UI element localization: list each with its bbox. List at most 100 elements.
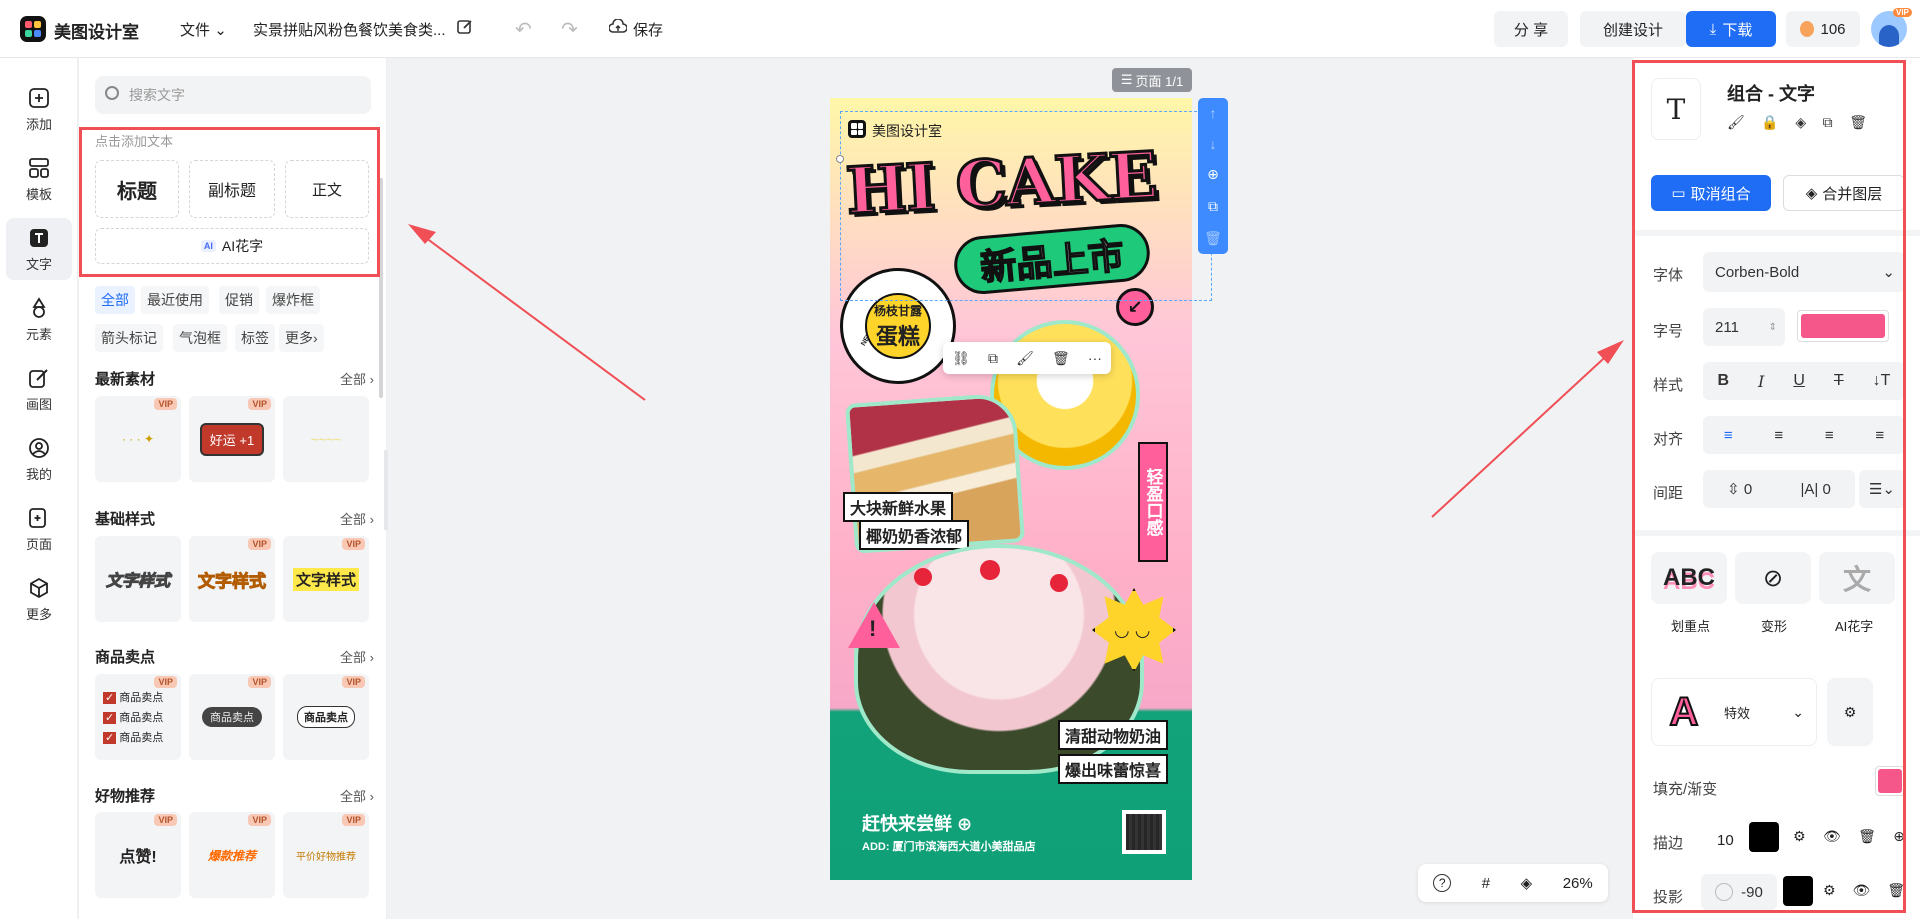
shadow-angle-input[interactable]: -90 [1701, 874, 1777, 910]
sticker-thumb[interactable]: 好运 +1 VIP [189, 396, 275, 482]
align-justify-icon[interactable]: ≡ [1875, 427, 1884, 444]
layers-icon[interactable]: ◈ [1795, 114, 1806, 131]
tag-recent[interactable]: 最近使用 [141, 286, 209, 314]
poster-label-2[interactable]: 椰奶奶香浓郁 [859, 520, 970, 550]
trash-icon[interactable]: 🗑 [1887, 882, 1905, 899]
align-left-icon[interactable]: ≡ [1724, 427, 1733, 444]
underline-icon[interactable]: U [1793, 372, 1805, 390]
nav-draw[interactable]: 画图 [6, 358, 72, 420]
sticker-thumb[interactable]: ~~~~ [283, 396, 369, 482]
save-button[interactable]: 保存 [633, 19, 663, 40]
font-size-stepper[interactable]: 211 ⇕ [1703, 308, 1785, 346]
eye-icon[interactable]: 👁 [1853, 882, 1871, 899]
layers-icon[interactable]: ◈ [1521, 874, 1533, 892]
sticker-thumb[interactable]: · · · ✦ VIP [95, 396, 181, 482]
add-title-button[interactable]: 标题 [95, 160, 179, 218]
tag-promo[interactable]: 促销 [219, 286, 259, 314]
add-subtitle-button[interactable]: 副标题 [189, 160, 275, 218]
help-icon[interactable]: ? [1433, 874, 1452, 892]
spacing-inputs[interactable]: ⇳ 0 |A| 0 [1703, 470, 1855, 508]
ungroup-button[interactable]: ▭ 取消组合 [1651, 175, 1771, 211]
download-button[interactable]: ⤓ 下载 [1686, 11, 1776, 47]
style-thumb[interactable]: 文字样式 VIP [283, 536, 369, 622]
delete-icon[interactable]: 🗑 [1204, 230, 1222, 247]
duplicate-icon[interactable]: ⧉ [1208, 198, 1218, 215]
file-menu[interactable]: 文件 ⌄ [180, 19, 227, 40]
tag-all[interactable]: 全部 [95, 286, 135, 314]
lock-icon[interactable]: 🔒 [1761, 114, 1778, 131]
eye-icon[interactable]: 👁 [1823, 828, 1841, 845]
tag-burst[interactable]: 爆炸框 [266, 286, 320, 314]
nav-add[interactable]: 添加 [6, 78, 72, 140]
align-center-icon[interactable]: ≡ [1774, 427, 1783, 444]
edit-title-icon[interactable] [456, 18, 474, 39]
poster-address[interactable]: ADD: 厦门市滨海西大道小美甜品店 [862, 838, 1036, 854]
selling-thumb[interactable]: 商品卖点 VIP [189, 674, 275, 760]
move-up-icon[interactable]: ↑ [1210, 105, 1217, 121]
style-thumb[interactable]: 文字样式 [95, 536, 181, 622]
cloud-save-icon[interactable] [608, 18, 628, 38]
section-all-recommend[interactable]: 全部 › [340, 786, 374, 805]
panel-scrollbar[interactable] [379, 178, 383, 398]
format-brush-icon[interactable]: 🖌 [1016, 350, 1034, 367]
stroke-width-value[interactable]: 10 [1717, 832, 1734, 849]
document-title[interactable]: 实景拼贴风粉色餐饮美食类... [253, 19, 446, 40]
share-button[interactable]: 分 享 [1494, 11, 1568, 47]
bold-icon[interactable]: B [1717, 372, 1729, 390]
warp-effect-button[interactable]: ⊘ [1735, 552, 1811, 604]
link-icon[interactable]: ⛓ [952, 350, 970, 367]
grid-icon[interactable]: # [1482, 875, 1490, 892]
format-painter-icon[interactable]: 🖌 [1727, 114, 1745, 131]
poster-cta[interactable]: 赶快来尝鲜 ⊕ [862, 810, 972, 836]
text-color-swatch[interactable] [1797, 310, 1889, 342]
page-indicator[interactable]: ☰ 页面 1/1 [1112, 68, 1192, 92]
list-style-select[interactable]: ☰⌄ [1859, 470, 1905, 508]
more-icon[interactable]: ··· [1088, 350, 1102, 366]
recommend-thumb[interactable]: 点赞! VIP [95, 812, 181, 898]
add-circle-icon[interactable]: ⊕ [1207, 166, 1219, 183]
strikethrough-icon[interactable]: T [1834, 372, 1844, 390]
recommend-thumb[interactable]: 平价好物推荐 VIP [283, 812, 369, 898]
add-body-button[interactable]: 正文 [285, 160, 369, 218]
tag-label[interactable]: 标签 [235, 324, 275, 352]
letter-spacing-field[interactable]: |A| 0 [1801, 481, 1831, 498]
font-select[interactable]: Corben-Bold ⌄ [1703, 252, 1905, 292]
selling-thumb[interactable]: 商品卖点 VIP [283, 674, 369, 760]
copy-icon[interactable]: ⧉ [988, 350, 998, 367]
nav-elements[interactable]: 元素 [6, 288, 72, 350]
move-down-icon[interactable]: ↓ [1210, 136, 1217, 152]
merge-layers-button[interactable]: ◈ 合并图层 [1783, 175, 1905, 211]
zoom-level[interactable]: 26% [1563, 875, 1593, 892]
nav-pages[interactable]: 页面 [6, 498, 72, 560]
search-input[interactable]: 搜索文字 [95, 76, 371, 114]
redo-icon[interactable]: ↷ [561, 17, 578, 42]
selection-box[interactable] [840, 111, 1212, 301]
line-spacing-field[interactable]: ⇳ 0 [1727, 480, 1752, 498]
resize-handle[interactable] [836, 155, 844, 163]
ai-text-button[interactable]: AI AI花字 [95, 228, 369, 264]
align-right-icon[interactable]: ≡ [1825, 427, 1834, 444]
trash-icon[interactable]: 🗑 [1052, 350, 1070, 367]
recommend-thumb[interactable]: 爆款推荐 VIP [189, 812, 275, 898]
nav-more[interactable]: 更多 [6, 568, 72, 630]
copy-icon[interactable]: ⧉ [1823, 114, 1833, 131]
nav-template[interactable]: 模板 [6, 148, 72, 210]
tag-bubble[interactable]: 气泡框 [173, 324, 227, 352]
effect-settings-button[interactable]: ⚙ [1827, 678, 1873, 746]
fill-color-swatch[interactable] [1875, 766, 1905, 796]
trash-icon[interactable]: 🗑 [1858, 828, 1876, 845]
poster-vertical-tag[interactable]: 轻盈口感 [1138, 442, 1168, 562]
shadow-color-swatch[interactable] [1783, 876, 1813, 906]
stroke-color-swatch[interactable] [1749, 822, 1779, 852]
nav-mine[interactable]: 我的 [6, 428, 72, 490]
section-all-latest[interactable]: 全部 › [340, 369, 374, 388]
tag-more[interactable]: 更多 › [279, 324, 324, 352]
trash-icon[interactable]: 🗑 [1849, 114, 1867, 131]
add-circle-icon[interactable]: ⊕ [1893, 828, 1905, 845]
create-design-button[interactable]: 创建设计 [1580, 11, 1686, 47]
italic-icon[interactable]: I [1758, 372, 1764, 391]
section-all-basic[interactable]: 全部 › [340, 509, 374, 528]
effect-select[interactable]: A 特效 ⌄ [1651, 678, 1817, 746]
poster-label-1[interactable]: 大块新鲜水果 [843, 492, 954, 522]
nav-text[interactable]: 文字 [6, 218, 72, 280]
